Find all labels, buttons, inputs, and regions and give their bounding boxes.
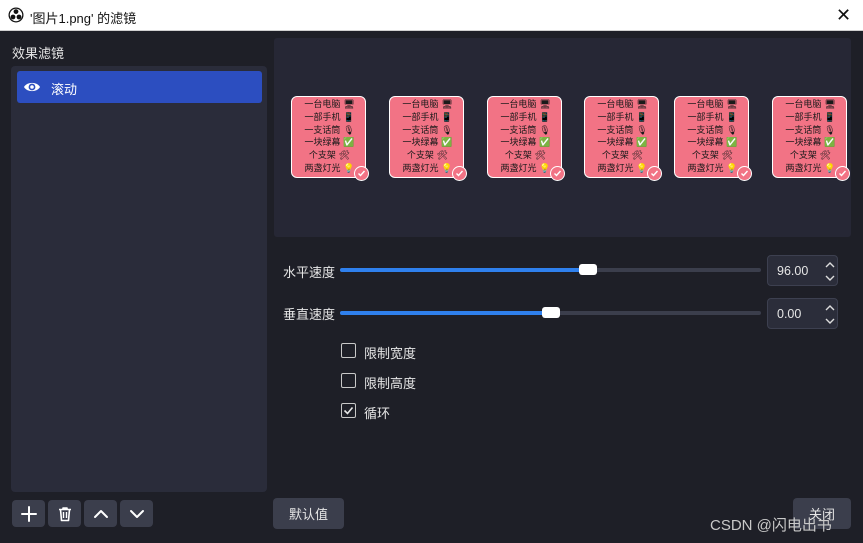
filter-item-label: 滚动: [51, 82, 78, 97]
preview-card-line: 一支话筒 🎙: [785, 125, 836, 136]
close-icon: ✕: [835, 5, 852, 25]
spin-down-icon[interactable]: [823, 272, 836, 284]
preview-card-line: 一部手机 📱: [785, 112, 836, 123]
loop-checkbox[interactable]: [341, 403, 356, 418]
preview-card-line: 一块绿幕 ✅: [402, 138, 453, 149]
check-badge-icon: [452, 166, 467, 181]
preview-card-line: 一部手机 📱: [304, 112, 355, 123]
check-badge-icon: [354, 166, 369, 181]
spin-up-icon[interactable]: [823, 258, 836, 270]
preview-card-line: 个支架 🛠: [691, 151, 734, 162]
preview-card-line: 一部手机 📱: [687, 112, 738, 123]
window-title: '图片1.png' 的滤镜: [30, 11, 137, 26]
limit-height-checkbox[interactable]: [341, 373, 356, 388]
check-badge-icon: [737, 166, 752, 181]
add-filter-button[interactable]: [12, 500, 45, 527]
preview-card: 一台电脑 🖥 一部手机 📱 一支话筒 🎙 一块绿幕 ✅ 个支架 🛠 两盏灯光 💡: [674, 96, 752, 181]
filter-list[interactable]: 滚动: [11, 66, 267, 492]
move-up-button[interactable]: [84, 500, 117, 527]
horizontal-speed-fill: [340, 268, 589, 272]
check-badge-icon: [647, 166, 662, 181]
vertical-speed-label: 垂直速度: [283, 307, 336, 322]
preview-card-line: 一台电脑 🖥: [500, 100, 551, 110]
preview-card: 一台电脑 🖥 一部手机 📱 一支话筒 🎙 一块绿幕 ✅ 个支架 🛠 两盏灯光 💡: [291, 96, 369, 181]
preview-card-line: 个支架 🛠: [504, 151, 547, 162]
loop-label: 循环: [364, 406, 391, 421]
preview-card-line: 一支话筒 🎙: [597, 125, 648, 136]
preview-card-line: 一部手机 📱: [500, 112, 551, 123]
horizontal-speed-spinbox[interactable]: 96.00: [767, 255, 838, 286]
preview-card: 一台电脑 🖥 一部手机 📱 一支话筒 🎙 一块绿幕 ✅ 个支架 🛠 两盏灯光 💡: [772, 96, 850, 181]
filters-heading: 效果滤镜: [12, 46, 65, 61]
preview-card-line: 一部手机 📱: [402, 112, 453, 123]
limit-width-checkbox[interactable]: [341, 343, 356, 358]
check-badge-icon: [550, 166, 565, 181]
plus-icon: [20, 505, 37, 522]
preview-card-line: 一台电脑 🖥: [687, 100, 738, 110]
filter-item-scroll[interactable]: 滚动: [17, 71, 262, 103]
preview-card-line: 个支架 🛠: [308, 151, 351, 162]
horizontal-speed-slider[interactable]: [340, 264, 761, 275]
title-bar: '图片1.png' 的滤镜 ✕: [0, 0, 863, 31]
vertical-speed-spinbox[interactable]: 0.00: [767, 298, 838, 329]
close-window-button[interactable]: ✕: [824, 0, 863, 31]
preview-card-line: 一支话筒 🎙: [687, 125, 738, 136]
spin-down-icon[interactable]: [823, 315, 836, 327]
remove-filter-button[interactable]: [48, 500, 81, 527]
limit-width-label: 限制宽度: [364, 346, 417, 361]
preview-card-line: 个支架 🛠: [789, 151, 832, 162]
eye-icon[interactable]: [23, 79, 41, 95]
preview-card-line: 一台电脑 🖥: [785, 100, 836, 110]
preview-card-line: 一支话筒 🎙: [304, 125, 355, 136]
preview-card-line: 一台电脑 🖥: [402, 100, 453, 110]
move-down-button[interactable]: [120, 500, 153, 527]
horizontal-speed-thumb[interactable]: [579, 264, 598, 275]
chevron-down-icon: [129, 509, 144, 518]
preview-card-line: 一块绿幕 ✅: [597, 138, 648, 149]
preview-card: 一台电脑 🖥 一部手机 📱 一支话筒 🎙 一块绿幕 ✅ 个支架 🛠 两盏灯光 💡: [584, 96, 662, 181]
vertical-speed-fill: [340, 311, 551, 315]
spin-up-icon[interactable]: [823, 301, 836, 313]
preview-card-line: 一块绿幕 ✅: [687, 138, 738, 149]
preview-card-line: 一块绿幕 ✅: [785, 138, 836, 149]
preview-card-line: 一台电脑 🖥: [304, 100, 355, 110]
obs-logo-icon: [8, 7, 24, 23]
preview-card-line: 一台电脑 🖥: [597, 100, 648, 110]
preview-card-line: 个支架 🛠: [601, 151, 644, 162]
preview-canvas: 一台电脑 🖥 一部手机 📱 一支话筒 🎙 一块绿幕 ✅ 个支架 🛠 两盏灯光 💡 一台电脑 …: [274, 38, 851, 237]
preview-card-line: 一支话筒 🎙: [402, 125, 453, 136]
preview-card-line: 个支架 🛠: [406, 151, 449, 162]
preview-card-line: 一块绿幕 ✅: [304, 138, 355, 149]
vertical-speed-slider[interactable]: [340, 307, 761, 318]
horizontal-speed-value: 96.00: [777, 264, 809, 278]
preview-card: 一台电脑 🖥 一部手机 📱 一支话筒 🎙 一块绿幕 ✅ 个支架 🛠 两盏灯光 💡: [389, 96, 467, 181]
check-badge-icon: [835, 166, 850, 181]
preview-card-line: 一支话筒 🎙: [500, 125, 551, 136]
chevron-up-icon: [93, 509, 108, 518]
preview-card-line: 一部手机 📱: [597, 112, 648, 123]
vertical-speed-thumb[interactable]: [541, 307, 560, 318]
limit-height-label: 限制高度: [364, 376, 417, 391]
preview-card: 一台电脑 🖥 一部手机 📱 一支话筒 🎙 一块绿幕 ✅ 个支架 🛠 两盏灯光 💡: [487, 96, 565, 181]
trash-icon: [58, 506, 71, 521]
horizontal-speed-label: 水平速度: [283, 265, 336, 280]
preview-card-line: 一块绿幕 ✅: [500, 138, 551, 149]
defaults-button[interactable]: 默认值: [273, 498, 344, 529]
vertical-speed-value: 0.00: [777, 307, 802, 321]
watermark: CSDN @闪电出书: [710, 517, 832, 534]
